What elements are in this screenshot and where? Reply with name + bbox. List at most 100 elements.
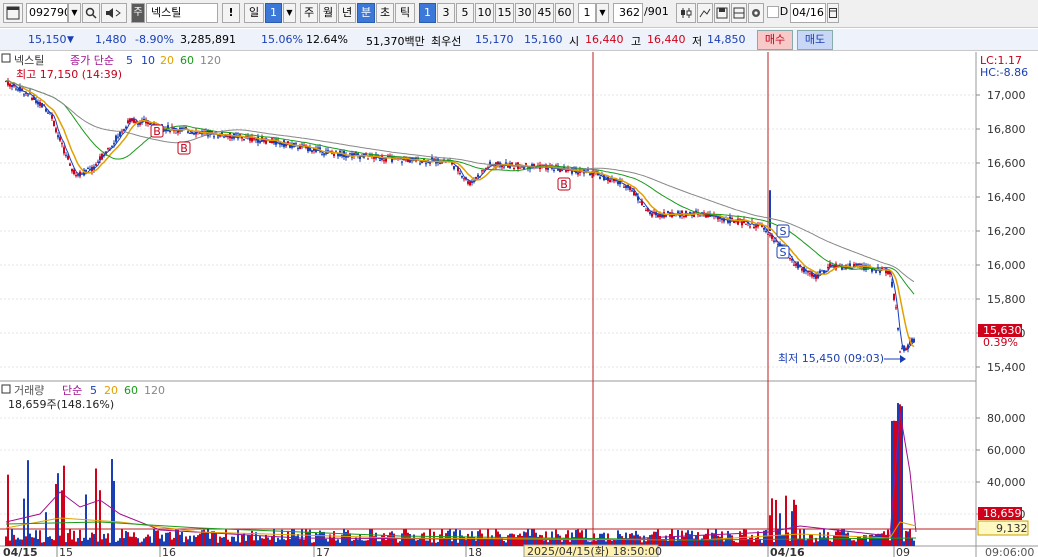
- panel-menu-icon[interactable]: [1, 53, 11, 63]
- interval-60-button[interactable]: 60: [555, 3, 574, 23]
- date-checkbox[interactable]: [767, 6, 779, 18]
- candle-body: [11, 84, 13, 88]
- candle-body: [333, 153, 335, 157]
- period-minute-button[interactable]: 분: [357, 3, 375, 23]
- interval-5-button[interactable]: 5: [456, 3, 474, 23]
- stock-name-field[interactable]: 넥스틸: [146, 3, 218, 23]
- volume-bar: [853, 540, 855, 546]
- candle-body: [379, 159, 381, 161]
- speaker-icon[interactable]: [101, 3, 127, 23]
- interval-1-button[interactable]: 1: [419, 3, 436, 23]
- volume-bar: [149, 536, 151, 546]
- volume-bar: [165, 532, 167, 546]
- volume-bar: [99, 490, 101, 546]
- interval-15-button[interactable]: 15: [495, 3, 514, 23]
- save-icon[interactable]: [714, 3, 730, 23]
- period-year-button[interactable]: 년: [338, 3, 356, 23]
- volume-bar: [19, 539, 21, 546]
- volume-bar: [483, 538, 485, 546]
- volume-bar: [197, 535, 199, 546]
- interval-10-button[interactable]: 10: [475, 3, 494, 23]
- volume-bar: [795, 504, 797, 546]
- volume-bar: [415, 540, 417, 546]
- layout-icon[interactable]: [731, 3, 747, 23]
- period-second-button[interactable]: 초: [376, 3, 394, 23]
- volume-bar: [145, 536, 147, 546]
- volume-bar: [699, 540, 701, 546]
- volume-bar: [117, 540, 119, 546]
- period-tick-button[interactable]: 틱: [395, 3, 415, 23]
- volume-bar: [353, 539, 355, 546]
- volume-bar: [161, 534, 163, 546]
- volume-bar: [43, 542, 45, 546]
- volume-bar: [139, 542, 141, 546]
- volume-bar: [311, 542, 313, 546]
- candle-body: [645, 210, 647, 212]
- count-input[interactable]: 362: [613, 3, 643, 23]
- candle-body: [87, 167, 89, 169]
- candle-icon[interactable]: [676, 3, 696, 23]
- code-dropdown-icon[interactable]: ▼: [68, 3, 81, 23]
- candle-body: [17, 89, 19, 91]
- volume-bar: [745, 529, 747, 546]
- candle-body: [657, 214, 659, 218]
- stock-code-input[interactable]: 092790: [26, 3, 68, 23]
- ma-period-120: 120: [200, 54, 221, 67]
- volume-bar: [169, 531, 171, 546]
- volume-bar: [7, 474, 9, 546]
- candle-body: [75, 175, 77, 177]
- volume-bar: [783, 534, 785, 546]
- volume-bar: [25, 536, 27, 546]
- volume-bar: [275, 541, 277, 546]
- candle-body: [467, 181, 469, 184]
- volume-bar: [155, 530, 157, 546]
- volume-bar: [253, 540, 255, 546]
- date-input[interactable]: 04/16: [790, 3, 826, 23]
- period-day-number[interactable]: 1: [265, 3, 282, 23]
- buy-button[interactable]: 매수: [757, 30, 793, 50]
- volume-bar: [307, 531, 309, 546]
- period-day-button[interactable]: 일: [244, 3, 264, 23]
- sell-button[interactable]: 매도: [797, 30, 833, 50]
- candle-body: [115, 135, 117, 142]
- calendar-icon[interactable]: [827, 3, 839, 23]
- volume-bar: [249, 535, 251, 546]
- interval-3-button[interactable]: 3: [437, 3, 455, 23]
- volume-bar: [455, 528, 457, 546]
- line-tool-icon[interactable]: [697, 3, 713, 23]
- volume-bar: [441, 529, 443, 546]
- custom-interval-input[interactable]: 1: [578, 3, 596, 23]
- candle-body: [789, 258, 791, 260]
- volume-bar: [467, 533, 469, 546]
- volume-bar: [269, 539, 271, 546]
- interval-45-button[interactable]: 45: [535, 3, 554, 23]
- volume-bar: [421, 533, 423, 546]
- candle-body: [27, 95, 29, 97]
- volume-bar: [79, 529, 81, 546]
- magnifier-icon[interactable]: [82, 3, 100, 23]
- volume-bar: [857, 536, 859, 546]
- volume-bar: [315, 532, 317, 546]
- volume-bar: [703, 535, 705, 546]
- volume-bar: [53, 540, 55, 546]
- volume-bar: [691, 530, 693, 546]
- volume-bar: [499, 534, 501, 546]
- volume-bar: [75, 541, 77, 546]
- volume-panel-menu-icon[interactable]: [1, 384, 11, 394]
- stock-chart[interactable]: B B B S S 넥스틸 종가 단순 5 10 20 60 120 최고 17…: [0, 52, 1038, 557]
- volume-bar: [11, 528, 13, 546]
- interval-dropdown-icon[interactable]: ▼: [596, 3, 609, 23]
- period-month-button[interactable]: 월: [319, 3, 337, 23]
- interval-30-button[interactable]: 30: [515, 3, 534, 23]
- volume-bar: [263, 538, 265, 546]
- volume-bar: [367, 540, 369, 546]
- volume-bar: [907, 531, 909, 546]
- period-week-button[interactable]: 주: [300, 3, 318, 23]
- volume-bar: [271, 535, 273, 546]
- window-icon[interactable]: [3, 3, 23, 23]
- gear-icon[interactable]: [748, 3, 764, 23]
- volume-bar: [417, 540, 419, 546]
- volume-bar: [135, 537, 137, 546]
- period-dropdown-icon[interactable]: ▼: [283, 3, 296, 23]
- alert-button[interactable]: !: [222, 3, 240, 23]
